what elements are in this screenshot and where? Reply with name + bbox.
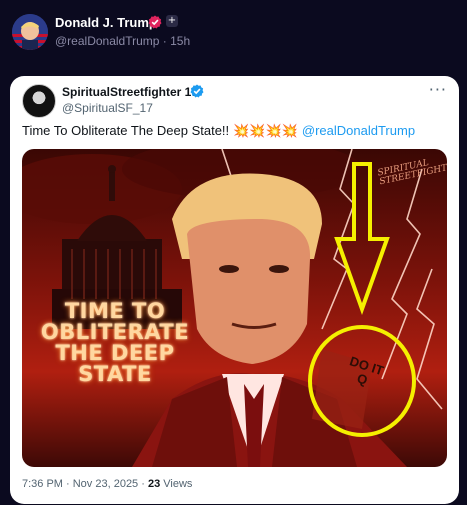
timestamp[interactable]: 7:36 PM · Nov 23, 2025 · [22, 478, 148, 490]
quoted-post-card[interactable]: SpiritualStreetfighter 17 @SpiritualSF_1… [10, 76, 459, 504]
quoted-media-image[interactable]: TIME TO OBLITERATE THE DEEP STATE DO IT … [22, 149, 447, 467]
quoted-handle[interactable]: @SpiritualSF_17 [62, 101, 153, 115]
blue-verified-icon [190, 84, 204, 98]
more-options-icon[interactable]: ··· [429, 80, 447, 99]
quoted-text-body: Time To Obliterate The Deep State!! [22, 123, 230, 138]
quoted-author-name[interactable]: SpiritualStreetfighter 17 [62, 85, 198, 99]
author-name[interactable]: Donald J. Trump [55, 15, 157, 30]
plus-badge-icon: + [166, 15, 178, 27]
burst-emojis: 💥💥💥💥 [233, 124, 298, 139]
handle-and-time: @realDonaldTrump · 15h [55, 34, 191, 48]
avatar[interactable] [12, 14, 48, 50]
verified-badge-icon [148, 15, 162, 29]
overlay-line-1: TIME TO [64, 299, 166, 323]
mention-link[interactable]: @realDonaldTrump [302, 123, 415, 138]
overlay-line-4: STATE [78, 362, 152, 386]
quoted-text: Time To Obliterate The Deep State!! 💥💥💥💥 @… [22, 123, 415, 139]
overlay-line-2: OBLITERATE [40, 320, 190, 344]
views-label: Views [160, 478, 193, 490]
avatar-flag-icon [12, 14, 48, 50]
overlay-line-3: THE DEEP [55, 341, 175, 365]
quoted-footer: 7:36 PM · Nov 23, 2025 · 23 Views [22, 478, 192, 490]
views-count: 23 [147, 478, 161, 490]
quoted-avatar[interactable] [22, 84, 56, 118]
post-header: Donald J. Trump + @realDonaldTrump · 15h [0, 0, 467, 66]
image-overlay-text: TIME TO OBLITERATE THE DEEP STATE [40, 301, 190, 385]
